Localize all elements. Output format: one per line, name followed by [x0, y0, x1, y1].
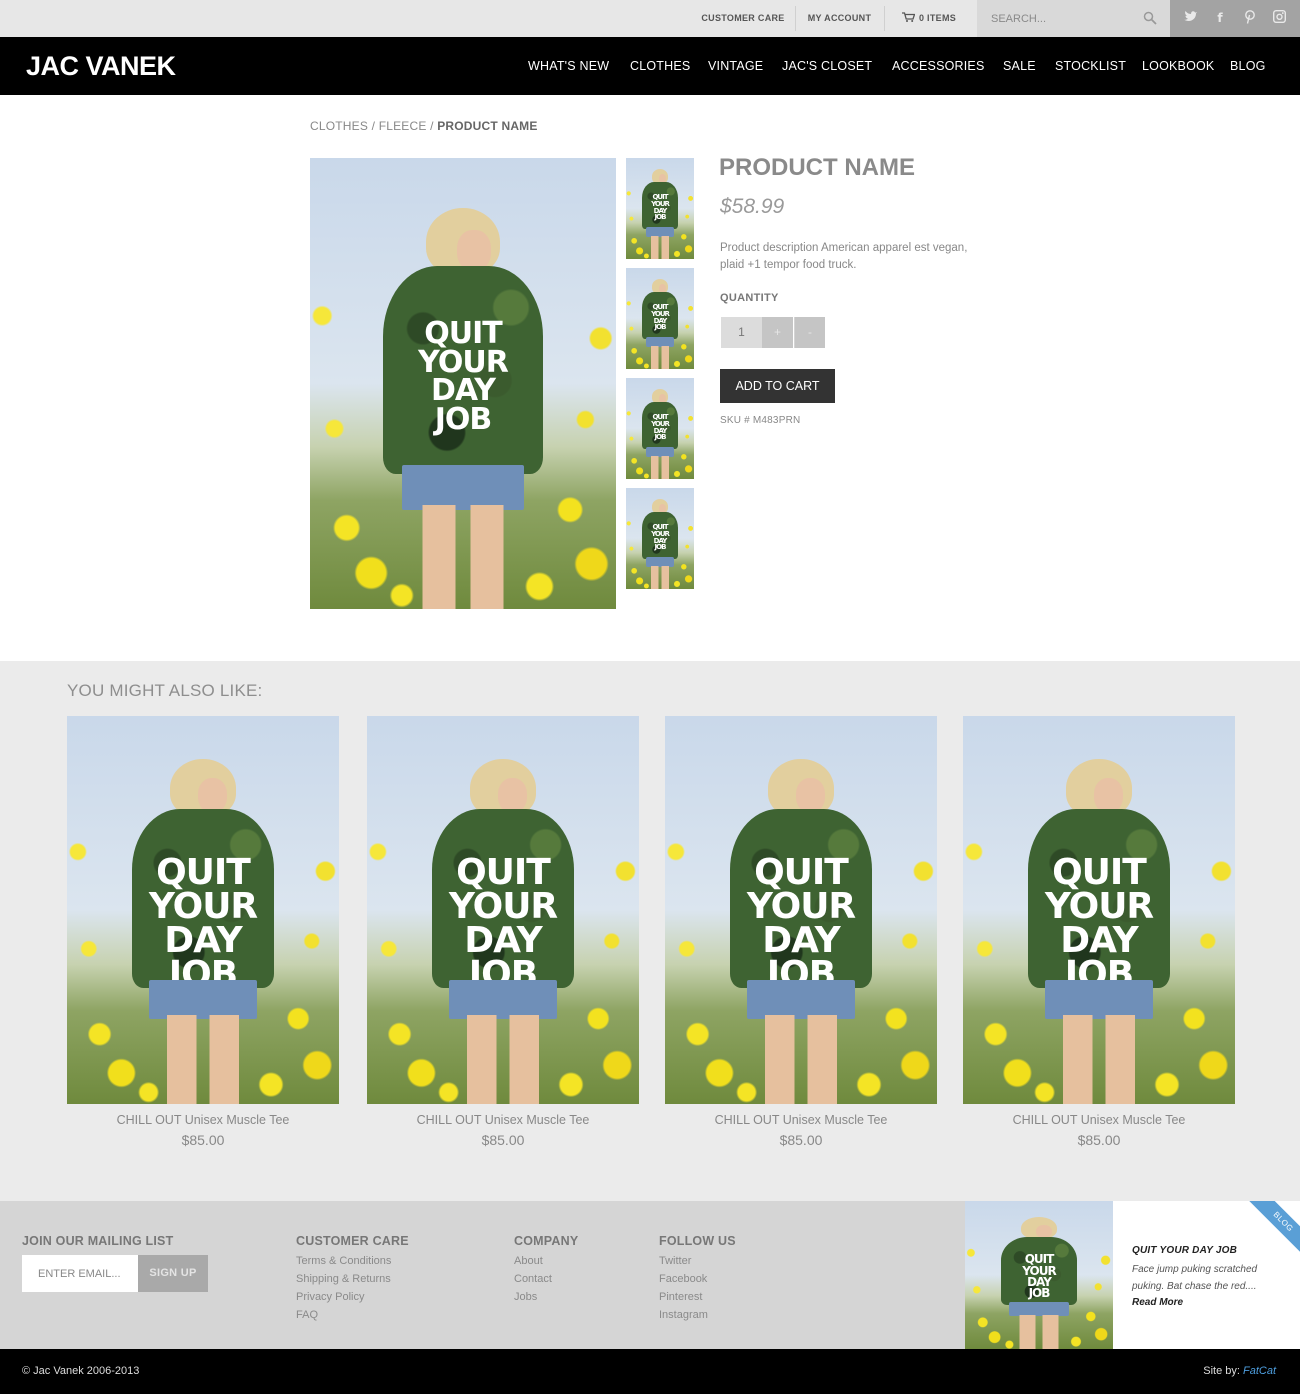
related-product-name[interactable]: CHILL OUT Unisex Muscle Tee — [665, 1113, 937, 1127]
site-credit: Site by: FatCat — [1203, 1365, 1276, 1377]
related-product-name[interactable]: CHILL OUT Unisex Muscle Tee — [67, 1113, 339, 1127]
product-description: Product description American apparel est… — [720, 242, 968, 271]
divider — [884, 6, 885, 31]
footer-link-about[interactable]: About — [514, 1255, 543, 1267]
sign-up-button[interactable]: SIGN UP — [138, 1255, 208, 1292]
copyright-text: © Jac Vanek 2006-2013 — [22, 1365, 140, 1377]
nav-lookbook[interactable]: LOOKBOOK — [1142, 59, 1214, 73]
quantity-input[interactable]: 1 — [721, 317, 762, 348]
nav-jacs-closet[interactable]: JAC'S CLOSET — [782, 59, 872, 73]
related-product-price: $85.00 — [779, 1132, 823, 1148]
quantity-decrease-button[interactable]: - — [794, 317, 825, 348]
nav-blog[interactable]: BLOG — [1230, 59, 1266, 73]
instagram-icon[interactable] — [1271, 9, 1287, 26]
product-thumbnail[interactable]: QUIT YOUR DAY JOB — [626, 158, 694, 259]
product-price: $58.99 — [720, 195, 785, 218]
customer-care-title: CUSTOMER CARE — [296, 1234, 409, 1248]
cart-icon — [901, 12, 916, 22]
customer-care-link[interactable]: CUSTOMER CARE — [693, 0, 793, 37]
site-credit-link[interactable]: FatCat — [1243, 1365, 1276, 1377]
site-logo[interactable]: JAC VANEK — [26, 51, 176, 82]
bottom-bar: © Jac Vanek 2006-2013 Site by: FatCat — [0, 1349, 1300, 1394]
related-product-name[interactable]: CHILL OUT Unisex Muscle Tee — [963, 1113, 1235, 1127]
my-account-link[interactable]: MY ACCOUNT — [798, 0, 881, 37]
read-more-link[interactable]: Read More — [1132, 1297, 1183, 1308]
email-field[interactable] — [22, 1255, 138, 1292]
footer-link-twitter[interactable]: Twitter — [659, 1255, 691, 1267]
blog-post-image[interactable]: QUIT YOUR DAY JOB — [965, 1201, 1113, 1349]
footer-link-pinterest[interactable]: Pinterest — [659, 1291, 702, 1303]
pinterest-icon[interactable] — [1242, 10, 1258, 26]
footer-link-faq[interactable]: FAQ — [296, 1309, 318, 1321]
footer-link-privacy[interactable]: Privacy Policy — [296, 1291, 364, 1303]
blog-card: BLOG QUIT YOUR DAY JOB Face jump puking … — [1113, 1201, 1300, 1349]
search-box — [977, 0, 1170, 37]
footer-link-contact[interactable]: Contact — [514, 1273, 552, 1285]
related-title: YOU MIGHT ALSO LIKE: — [67, 681, 263, 700]
site-credit-label: Site by: — [1203, 1365, 1243, 1377]
add-to-cart-button[interactable]: ADD TO CART — [720, 369, 835, 403]
twitter-icon[interactable] — [1183, 10, 1199, 26]
quantity-label: QUANTITY — [720, 292, 779, 304]
footer: JOIN OUR MAILING LIST SIGN UP CUSTOMER C… — [0, 1201, 1300, 1349]
related-product-image[interactable]: QUIT YOUR DAY JOB — [963, 716, 1235, 1104]
nav-accessories[interactable]: ACCESSORIES — [892, 59, 985, 73]
footer-link-shipping[interactable]: Shipping & Returns — [296, 1273, 391, 1285]
utility-bar: CUSTOMER CARE MY ACCOUNT 0 ITEMS f — [0, 0, 1300, 37]
product-title: PRODUCT NAME — [719, 154, 915, 181]
nav-clothes[interactable]: CLOTHES — [630, 59, 690, 73]
divider — [795, 6, 796, 31]
related-product-image[interactable]: QUIT YOUR DAY JOB — [367, 716, 639, 1104]
product-thumbnail[interactable]: QUIT YOUR DAY JOB — [626, 268, 694, 369]
product-sku: SKU # M483PRN — [720, 415, 801, 426]
breadcrumb: CLOTHES / FLEECE / PRODUCT NAME — [310, 119, 538, 133]
quantity-increase-button[interactable]: + — [762, 317, 793, 348]
blog-post-title[interactable]: QUIT YOUR DAY JOB — [1132, 1245, 1237, 1256]
related-product-image[interactable]: QUIT YOUR DAY JOB — [665, 716, 937, 1104]
breadcrumb-fleece[interactable]: FLEECE — [379, 119, 427, 133]
product-thumbnail[interactable]: QUIT YOUR DAY JOB — [626, 488, 694, 589]
footer-link-jobs[interactable]: Jobs — [514, 1291, 537, 1303]
product-main-image[interactable]: QUIT YOUR DAY JOB — [310, 158, 616, 609]
follow-us-title: FOLLOW US — [659, 1234, 736, 1248]
nav-vintage[interactable]: VINTAGE — [708, 59, 763, 73]
related-products-section: YOU MIGHT ALSO LIKE: QUIT YOUR DAY JOB CHIL… — [0, 661, 1300, 1201]
search-icon[interactable] — [1143, 11, 1157, 25]
footer-link-terms[interactable]: Terms & Conditions — [296, 1255, 391, 1267]
related-product-name[interactable]: CHILL OUT Unisex Muscle Tee — [367, 1113, 639, 1127]
facebook-icon[interactable]: f — [1212, 10, 1228, 26]
cart-link[interactable]: 0 ITEMS — [894, 0, 964, 37]
breadcrumb-separator: / — [368, 119, 379, 133]
nav-stocklist[interactable]: STOCKLIST — [1055, 59, 1126, 73]
blog-post-excerpt: Face jump puking scratched puking. Bat c… — [1132, 1264, 1258, 1292]
nav-sale[interactable]: SALE — [1003, 59, 1036, 73]
related-product-image[interactable]: QUIT YOUR DAY JOB — [67, 716, 339, 1104]
footer-link-facebook[interactable]: Facebook — [659, 1273, 707, 1285]
footer-link-instagram[interactable]: Instagram — [659, 1309, 708, 1321]
breadcrumb-separator: / — [426, 119, 438, 133]
search-input[interactable] — [991, 9, 1136, 29]
related-product-price: $85.00 — [481, 1132, 525, 1148]
company-title: COMPANY — [514, 1234, 579, 1248]
breadcrumb-current: PRODUCT NAME — [437, 119, 538, 133]
related-product-price: $85.00 — [1077, 1132, 1121, 1148]
nav-whats-new[interactable]: WHAT'S NEW — [528, 59, 609, 73]
breadcrumb-clothes[interactable]: CLOTHES — [310, 119, 368, 133]
social-icons: f — [1170, 0, 1300, 37]
related-product-price: $85.00 — [181, 1132, 225, 1148]
mailing-list-title: JOIN OUR MAILING LIST — [22, 1234, 174, 1248]
product-thumbnail[interactable]: QUIT YOUR DAY JOB — [626, 378, 694, 479]
blog-ribbon: BLOG — [1244, 1201, 1300, 1261]
cart-count: 0 ITEMS — [918, 13, 957, 23]
main-header: JAC VANEK WHAT'S NEW CLOTHES VINTAGE JAC… — [0, 37, 1300, 95]
